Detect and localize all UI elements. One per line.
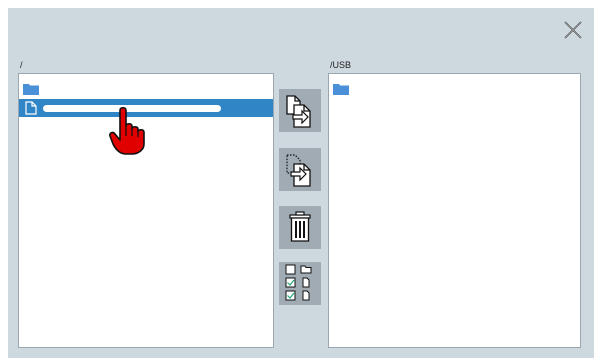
folder-icon: [23, 84, 39, 95]
delete-button[interactable]: [279, 206, 321, 249]
pointing-hand-icon: [108, 106, 152, 163]
list-item-folder[interactable]: [19, 80, 273, 98]
select-button[interactable]: [279, 262, 321, 305]
right-path-label: /USB: [330, 60, 352, 70]
move-button[interactable]: [279, 148, 321, 191]
copy-file-icon: [286, 95, 311, 128]
trash-icon: [289, 211, 311, 242]
close-icon: [564, 21, 582, 39]
close-button[interactable]: [562, 18, 584, 40]
move-file-icon: [286, 154, 311, 187]
copy-button[interactable]: [279, 89, 321, 132]
list-item-folder[interactable]: [329, 80, 580, 98]
file-icon: [25, 101, 37, 115]
right-file-list[interactable]: [328, 73, 581, 348]
left-path-label: /: [20, 60, 23, 70]
select-checkbox-icon: [285, 264, 312, 301]
folder-icon: [333, 84, 349, 95]
